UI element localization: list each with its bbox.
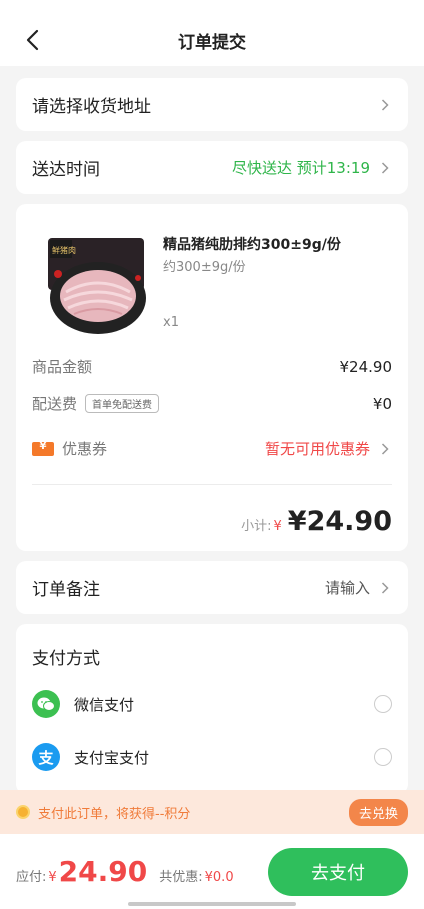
wechat-pay-radio[interactable] bbox=[374, 695, 392, 713]
order-remark-label: 订单备注 bbox=[32, 580, 100, 600]
shipping-fee-value: ¥0 bbox=[372, 394, 392, 413]
coupon-value: 暂无可用优惠券 bbox=[264, 440, 370, 458]
goods-amount-value: ¥24.90 bbox=[339, 357, 393, 376]
payment-title: 支付方式 bbox=[32, 649, 100, 669]
payment-option-alipay[interactable]: 支 支付宝支付 bbox=[32, 743, 392, 771]
subtotal-label: 小计: bbox=[241, 519, 272, 534]
coupon-label: 优惠券 bbox=[62, 440, 108, 458]
chevron-right-icon bbox=[378, 98, 392, 112]
discount-label: 共优惠: bbox=[159, 870, 203, 885]
back-button[interactable] bbox=[18, 26, 46, 54]
amount-due-currency: ¥ bbox=[48, 870, 57, 885]
coin-icon bbox=[16, 805, 30, 819]
wechat-pay-icon bbox=[32, 690, 60, 718]
goods-amount-row: 商品金额 ¥24.90 bbox=[32, 356, 392, 377]
goods-card: 鲜猪肉 精品猪纯肋排约300±9g/份 约300±9g/份 x1 商品金额 ¥2… bbox=[16, 204, 408, 551]
redeem-button[interactable]: 去兑换 bbox=[348, 798, 408, 826]
divider bbox=[32, 484, 392, 485]
delivery-time-label: 送达时间 bbox=[32, 160, 100, 180]
checkout-bar: 应付: ¥ 24.90 共优惠: ¥0.0 去支付 bbox=[0, 834, 424, 909]
pay-button[interactable]: 去支付 bbox=[268, 847, 408, 896]
payment-option-wechat[interactable]: 微信支付 bbox=[32, 690, 392, 718]
order-remark-input[interactable]: 请输入 bbox=[325, 577, 370, 598]
points-text: 支付此订单，将获得--积分 bbox=[38, 806, 191, 822]
coupon-row[interactable]: 优惠券 暂无可用优惠券 bbox=[32, 438, 392, 459]
shipping-fee-row: 配送费 首单免配送费 ¥0 bbox=[32, 393, 392, 414]
order-remark-row[interactable]: 订单备注 请输入 bbox=[16, 561, 408, 614]
chevron-right-icon bbox=[378, 581, 392, 595]
home-indicator bbox=[128, 902, 296, 906]
discount-value: ¥0.0 bbox=[204, 870, 234, 885]
alipay-radio[interactable] bbox=[374, 748, 392, 766]
alipay-icon: 支 bbox=[32, 743, 60, 771]
subtotal: 小计: ¥ ¥24.90 bbox=[241, 506, 392, 537]
payment-card: 支付方式 微信支付 支 支付宝支付 bbox=[16, 624, 408, 794]
free-shipping-badge: 首单免配送费 bbox=[85, 394, 160, 413]
product-brand-text: 鲜猪肉 bbox=[52, 245, 76, 255]
subtotal-currency: ¥ bbox=[273, 519, 282, 534]
product-quantity: x1 bbox=[163, 315, 179, 330]
address-selector[interactable]: 请选择收货地址 bbox=[16, 78, 408, 131]
address-label: 请选择收货地址 bbox=[32, 97, 151, 117]
alipay-label: 支付宝支付 bbox=[74, 748, 150, 767]
page-title: 订单提交 bbox=[178, 32, 246, 53]
status-bar bbox=[0, 0, 424, 14]
points-banner: 支付此订单，将获得--积分 去兑换 bbox=[0, 790, 424, 834]
nav-bar: 订单提交 bbox=[0, 14, 424, 66]
shipping-fee-label: 配送费 bbox=[32, 395, 78, 413]
product-spec: 约300±9g/份 bbox=[163, 260, 246, 275]
delivery-time-value: 尽快送达 预计13:19 bbox=[232, 159, 370, 177]
product-name: 精品猪纯肋排约300±9g/份 bbox=[163, 237, 341, 253]
chevron-right-icon bbox=[378, 442, 392, 456]
coupon-icon bbox=[32, 441, 54, 456]
delivery-time-row[interactable]: 送达时间 尽快送达 预计13:19 bbox=[16, 141, 408, 194]
wechat-pay-label: 微信支付 bbox=[74, 695, 135, 714]
chevron-right-icon bbox=[378, 161, 392, 175]
amount-due-value: 24.90 bbox=[58, 855, 148, 888]
subtotal-amount: ¥24.90 bbox=[287, 506, 392, 537]
back-arrow-icon bbox=[26, 29, 39, 51]
product-image: 鲜猪肉 bbox=[42, 234, 150, 338]
goods-amount-label: 商品金额 bbox=[32, 358, 93, 376]
amount-due-label: 应付: bbox=[16, 870, 47, 885]
